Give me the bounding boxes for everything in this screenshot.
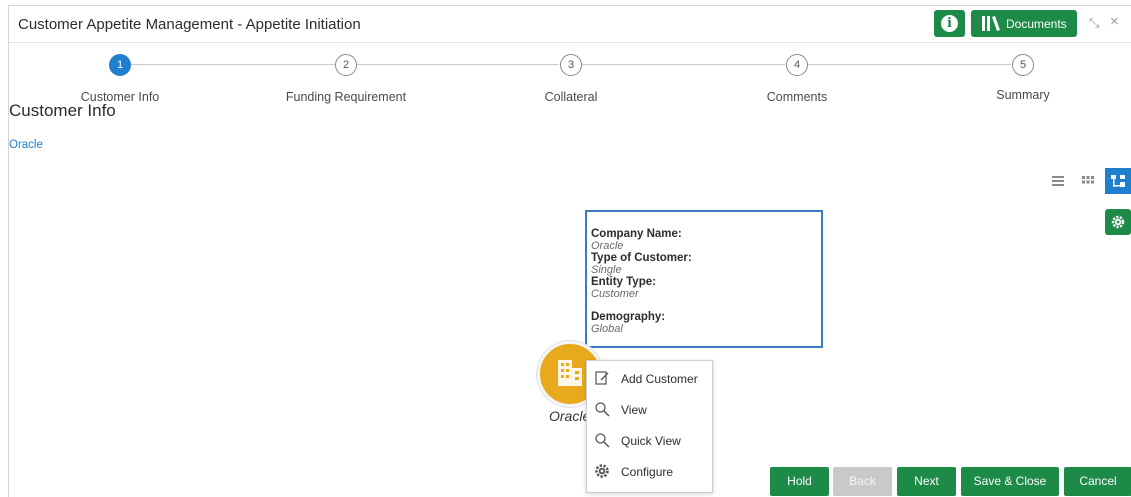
- entity-type-value: Customer: [591, 288, 639, 300]
- node-context-menu: Add Customer View Quick View Configure: [586, 360, 713, 493]
- back-button[interactable]: Back: [833, 467, 892, 496]
- menu-configure[interactable]: Configure: [587, 457, 712, 487]
- customer-link[interactable]: Oracle: [9, 139, 43, 151]
- menu-add-customer[interactable]: Add Customer: [587, 364, 712, 394]
- appetite-initiation-window: Customer Appetite Management - Appetite …: [8, 5, 1131, 497]
- close-icon[interactable]: ×: [1110, 13, 1119, 30]
- step-3-circle[interactable]: 3: [560, 54, 582, 76]
- list-view-toggle[interactable]: [1045, 168, 1071, 194]
- search-icon: [595, 433, 610, 448]
- customer-node-label[interactable]: Oracle: [549, 408, 590, 424]
- step-3-label[interactable]: Collateral: [491, 90, 651, 104]
- menu-quick-view[interactable]: Quick View: [587, 426, 712, 456]
- next-button[interactable]: Next: [897, 467, 956, 496]
- company-name-label: Company Name:: [591, 228, 682, 240]
- company-name-value: Oracle: [591, 240, 624, 252]
- info-button[interactable]: i: [934, 10, 965, 37]
- documents-label: Documents: [1006, 17, 1067, 31]
- menu-view[interactable]: View: [587, 395, 712, 425]
- customer-tooltip: Company Name: Oracle Type of Customer: S…: [585, 210, 823, 348]
- step-5-label[interactable]: Summary: [943, 88, 1103, 102]
- demography-value: Global: [591, 323, 623, 335]
- step-connector: [581, 64, 785, 65]
- customer-type-label: Type of Customer:: [591, 252, 692, 264]
- library-icon: [982, 16, 1000, 31]
- customer-type-value: Single: [591, 264, 622, 276]
- step-connector: [357, 64, 559, 65]
- hierarchy-view-icon: [1111, 175, 1125, 187]
- menu-quick-view-label: Quick View: [621, 434, 681, 448]
- gear-icon: [1111, 215, 1125, 229]
- menu-add-customer-label: Add Customer: [621, 372, 698, 386]
- step-connector: [807, 64, 1011, 65]
- step-5-circle[interactable]: 5: [1012, 54, 1034, 76]
- section-title: Customer Info: [9, 101, 116, 120]
- progress-stepper: 1 2 3 4 5 Customer Info Funding Requirem…: [9, 44, 1131, 106]
- edit-icon: [595, 371, 609, 385]
- step-1-circle[interactable]: 1: [109, 54, 131, 76]
- info-icon: i: [941, 15, 958, 32]
- hierarchy-view-toggle[interactable]: [1105, 168, 1131, 194]
- grid-view-icon: [1082, 176, 1094, 184]
- entity-type-label: Entity Type:: [591, 276, 656, 288]
- step-2-label[interactable]: Funding Requirement: [266, 90, 426, 104]
- gear-icon: [595, 464, 609, 478]
- documents-button[interactable]: Documents: [971, 10, 1077, 37]
- menu-view-label: View: [621, 403, 647, 417]
- title-bar: Customer Appetite Management - Appetite …: [9, 6, 1131, 43]
- step-4-circle[interactable]: 4: [786, 54, 808, 76]
- step-4-label[interactable]: Comments: [717, 90, 877, 104]
- window-title: Customer Appetite Management - Appetite …: [18, 16, 361, 33]
- diagram-settings-button[interactable]: [1105, 209, 1131, 235]
- menu-configure-label: Configure: [621, 465, 674, 479]
- list-view-icon: [1052, 176, 1064, 186]
- cancel-button[interactable]: Cancel: [1064, 467, 1131, 496]
- step-2-circle[interactable]: 2: [335, 54, 357, 76]
- save-close-button[interactable]: Save & Close: [961, 467, 1059, 496]
- search-icon: [595, 402, 610, 417]
- hold-button[interactable]: Hold: [770, 467, 829, 496]
- grid-view-toggle[interactable]: [1075, 168, 1101, 194]
- step-connector: [131, 64, 335, 65]
- demography-label: Demography:: [591, 311, 666, 323]
- minimize-icon[interactable]: ⤡: [1089, 15, 1099, 31]
